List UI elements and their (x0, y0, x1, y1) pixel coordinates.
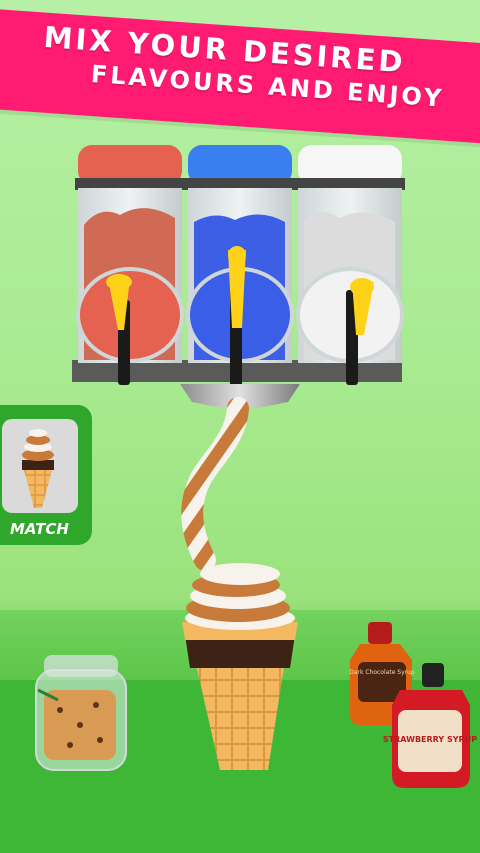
match-target-preview (2, 419, 78, 513)
match-label: MATCH (10, 520, 69, 538)
cookie-jar (35, 655, 127, 771)
soft-serve-stream (181, 397, 249, 571)
strawberry-bottle-label: STRAWBERRY SYRUP (383, 735, 477, 744)
chocolate-bottle-label: Dark Chocolate Syrup (349, 669, 415, 676)
match-target-card[interactable]: MATCH (0, 405, 92, 545)
ice-cream-cone[interactable] (182, 563, 298, 770)
